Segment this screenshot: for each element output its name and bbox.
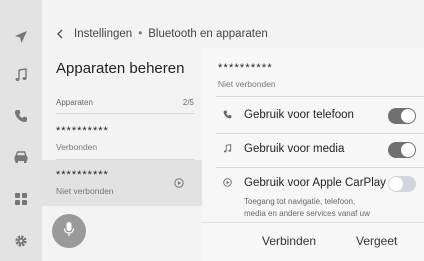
- navigation-arrow-icon[interactable]: [8, 24, 34, 50]
- phone-icon: [220, 110, 234, 122]
- page-title: Apparaten beheren: [56, 60, 185, 77]
- forget-button[interactable]: Vergeet: [356, 234, 397, 248]
- chevron-left-icon[interactable]: [56, 27, 74, 42]
- device-status: Verbonden: [56, 142, 98, 152]
- toggle-knob: [401, 109, 415, 123]
- breadcrumb: Instellingen • Bluetooth en apparaten: [42, 20, 424, 48]
- divider: [216, 167, 424, 168]
- breadcrumb-bluetooth: Bluetooth en apparaten: [148, 28, 268, 40]
- carplay-option-label: Gebruik voor Apple CarPlay: [244, 177, 386, 189]
- breadcrumb-separator: •: [138, 28, 143, 40]
- car-icon[interactable]: [8, 144, 34, 170]
- device-name: **********: [56, 125, 109, 137]
- divider: [56, 113, 194, 114]
- music-note-icon: [220, 144, 234, 156]
- breadcrumb-settings[interactable]: Instellingen: [74, 28, 132, 40]
- devices-count: 2/5: [182, 98, 194, 107]
- selected-device-name: **********: [218, 62, 273, 74]
- music-note-icon[interactable]: [8, 62, 34, 88]
- side-rail: [0, 0, 42, 261]
- voice-assistant-button[interactable]: [52, 214, 86, 248]
- settings-gear-icon[interactable]: [8, 228, 34, 254]
- infotainment-screen: Instellingen • Bluetooth en apparaten Ap…: [0, 0, 424, 261]
- selected-device-status: Niet verbonden: [218, 79, 276, 89]
- media-toggle[interactable]: [388, 142, 416, 158]
- devices-section-header: Apparaten 2/5: [56, 98, 194, 107]
- device-status: Niet verbonden: [56, 186, 114, 196]
- carplay-icon: [220, 178, 234, 190]
- divider: [216, 133, 424, 134]
- microphone-icon: [63, 221, 75, 242]
- phone-icon[interactable]: [8, 103, 34, 129]
- divider: [216, 96, 424, 97]
- device-list-item[interactable]: ********** Verbonden: [42, 116, 202, 162]
- phone-option-label: Gebruik voor telefoon: [244, 109, 354, 121]
- media-option-label: Gebruik voor media: [244, 143, 345, 155]
- device-name: **********: [56, 169, 109, 181]
- device-list-item-selected[interactable]: ********** Niet verbonden: [42, 160, 202, 206]
- carplay-icon: [174, 175, 184, 193]
- toggle-knob: [401, 143, 415, 157]
- devices-section-label: Apparaten: [56, 98, 93, 107]
- apps-grid-icon[interactable]: [8, 186, 34, 212]
- phone-toggle[interactable]: [388, 108, 416, 124]
- connect-button[interactable]: Verbinden: [262, 234, 316, 248]
- device-detail-panel: ********** Niet verbonden Gebruik voor t…: [202, 48, 424, 261]
- carplay-toggle[interactable]: [388, 176, 416, 192]
- toggle-knob: [389, 177, 403, 191]
- action-footer: Verbinden Vergeet: [202, 222, 424, 261]
